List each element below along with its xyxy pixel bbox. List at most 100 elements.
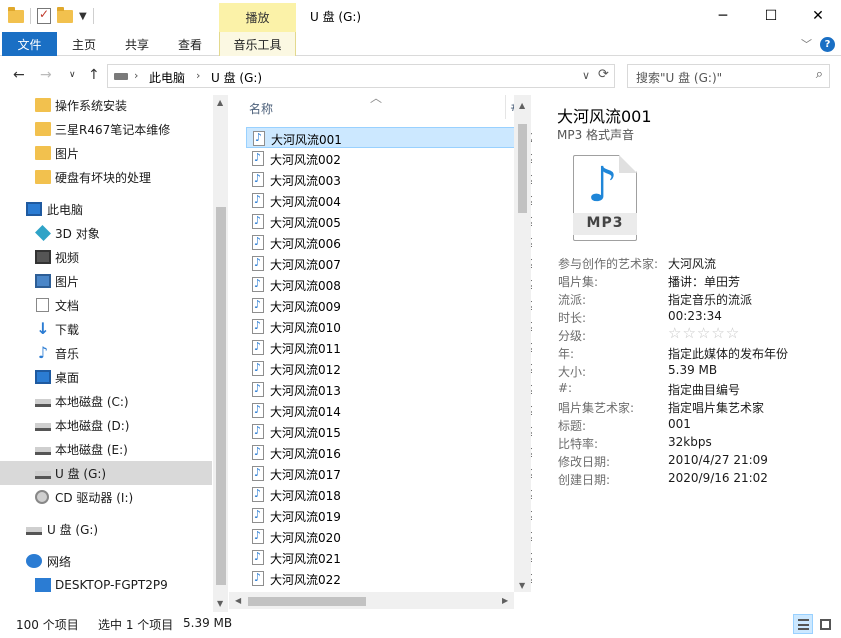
property-key: 时长: [558, 311, 587, 325]
breadcrumb-usb-drive[interactable]: U 盘 (G:) [211, 69, 262, 86]
property-value[interactable]: 指定音乐的流派 [668, 291, 752, 308]
nav-drive-d[interactable]: 本地磁盘 (D:) [0, 413, 212, 437]
property-value[interactable]: 00:23:34 [668, 309, 722, 323]
file-row[interactable]: 大河风流0152 [246, 421, 532, 442]
breadcrumb-this-pc[interactable]: 此电脑 [149, 69, 185, 86]
nav-network[interactable]: 网络 [0, 549, 212, 573]
file-row[interactable]: 大河风流0082 [246, 274, 532, 295]
nav-drive-e[interactable]: 本地磁盘 (E:) [0, 437, 212, 461]
file-row[interactable]: 大河风流0192 [246, 505, 532, 526]
nav-scrollbar-thumb[interactable] [216, 207, 226, 585]
audio-file-icon [252, 277, 264, 292]
property-value[interactable]: 2020/9/16 21:02 [668, 471, 768, 485]
property-value[interactable]: 5.39 MB [668, 363, 717, 377]
nav-quick-access-item[interactable]: 硬盘有坏块的处理 [0, 165, 212, 189]
file-row[interactable]: 大河风流0132 [246, 379, 532, 400]
file-row[interactable]: 大河风流0092 [246, 295, 532, 316]
scroll-left-arrow-icon[interactable]: ◀ [235, 596, 241, 605]
scroll-up-arrow-icon[interactable]: ▲ [217, 98, 223, 107]
rating-stars[interactable]: ☆☆☆☆☆ [668, 324, 740, 342]
nav-drive-g-selected[interactable]: U 盘 (G:) [0, 461, 212, 485]
file-row[interactable]: 大河风流0142 [246, 400, 532, 421]
scroll-right-arrow-icon[interactable]: ▶ [502, 596, 508, 605]
nav-usb-root[interactable]: U 盘 (G:) [0, 517, 212, 541]
file-name: 大河风流003 [270, 174, 341, 188]
search-icon[interactable]: ⌕ [816, 67, 823, 82]
forward-arrow-icon[interactable]: → [40, 67, 52, 83]
file-row[interactable]: 大河风流0062 [246, 232, 532, 253]
column-divider[interactable] [505, 95, 506, 119]
help-icon[interactable]: ? [820, 36, 835, 52]
scroll-down-arrow-icon[interactable]: ▼ [217, 599, 223, 608]
nav-music[interactable]: ♪ 音乐 [0, 341, 212, 365]
property-value[interactable]: 指定此媒体的发布年份 [668, 345, 788, 362]
file-row[interactable]: 大河风流0222 [246, 568, 532, 589]
close-button[interactable]: ✕ [795, 0, 841, 32]
file-row[interactable]: 大河风流0102 [246, 316, 532, 337]
property-value[interactable]: 2010/4/27 21:09 [668, 453, 768, 467]
nav-network-computer[interactable]: DESKTOP-FGPT2P9 [0, 573, 212, 597]
up-arrow-icon[interactable]: ↑ [88, 67, 100, 83]
nav-documents[interactable]: 文档 [0, 293, 212, 317]
maximize-button[interactable]: ☐ [748, 0, 794, 32]
nav-quick-access-item[interactable]: 图片 [0, 141, 212, 165]
file-row[interactable]: 大河风流0072 [246, 253, 532, 274]
file-row[interactable]: 大河风流0182 [246, 484, 532, 505]
nav-quick-access-item[interactable]: 操作系统安装 [0, 95, 212, 117]
minimize-button[interactable]: ─ [700, 0, 746, 32]
nav-item-label: 视频 [55, 250, 80, 265]
address-history-chevron-icon[interactable]: ∨ [582, 69, 590, 82]
nav-pictures[interactable]: 图片 [0, 269, 212, 293]
tab-music-tools[interactable]: 音乐工具 [219, 32, 296, 56]
nav-3d-objects[interactable]: 3D 对象 [0, 221, 212, 245]
file-list-scrollbar-thumb[interactable] [518, 124, 527, 213]
details-view-button[interactable] [793, 614, 813, 634]
large-icons-view-button[interactable] [815, 614, 835, 634]
tab-view[interactable]: 查看 [168, 32, 212, 56]
file-row[interactable]: 大河风流0052 [246, 211, 532, 232]
file-row[interactable]: 大河风流0122 [246, 358, 532, 379]
file-list: ︿ 名称 # 大河风流0012大河风流0022大河风流0032大河风流0042大… [229, 95, 532, 612]
refresh-icon[interactable]: ⟳ [598, 67, 609, 82]
property-value[interactable]: 大河风流 [668, 255, 716, 272]
properties-icon[interactable] [37, 7, 51, 24]
nav-cd-drive[interactable]: CD 驱动器 (I:) [0, 485, 212, 509]
nav-this-pc[interactable]: 此电脑 [0, 197, 212, 221]
file-name: 大河风流018 [270, 489, 341, 503]
column-header-name[interactable]: 名称 [249, 100, 273, 117]
scroll-down-arrow-icon[interactable]: ▼ [519, 581, 525, 590]
tab-home[interactable]: 主页 [62, 32, 106, 56]
property-value[interactable]: 指定唱片集艺术家 [668, 399, 764, 416]
tab-file[interactable]: 文件 [2, 32, 57, 56]
file-row[interactable]: 大河风流0162 [246, 442, 532, 463]
file-row[interactable]: 大河风流0032 [246, 169, 532, 190]
property-value[interactable]: 指定曲目编号 [668, 381, 740, 398]
property-value[interactable]: 001 [668, 417, 691, 431]
property-value[interactable]: 32kbps [668, 435, 712, 449]
recent-locations-chevron-icon[interactable]: ∨ [69, 70, 76, 80]
file-list-hscroll-thumb[interactable] [248, 597, 366, 606]
file-row[interactable]: 大河风流0202 [246, 526, 532, 547]
tab-share[interactable]: 共享 [115, 32, 159, 56]
customize-toolbar-icon[interactable]: ▼ [79, 11, 87, 22]
file-row[interactable]: 大河风流0172 [246, 463, 532, 484]
property-value[interactable]: 播讲：单田芳 [668, 273, 740, 290]
file-row[interactable]: 大河风流0212 [246, 547, 532, 568]
file-row[interactable]: 大河风流0012 [246, 127, 532, 148]
nav-drive-c[interactable]: 本地磁盘 (C:) [0, 389, 212, 413]
search-box[interactable]: 搜索"U 盘 (G:)" ⌕ [627, 64, 830, 88]
new-folder-icon[interactable] [57, 6, 73, 23]
scroll-up-arrow-icon[interactable]: ▲ [519, 101, 525, 110]
nav-downloads[interactable]: ↓ 下载 [0, 317, 212, 341]
nav-videos[interactable]: 视频 [0, 245, 212, 269]
file-row[interactable]: 大河风流0112 [246, 337, 532, 358]
file-row[interactable]: 大河风流0042 [246, 190, 532, 211]
breadcrumb-chevron-icon[interactable]: › [196, 69, 200, 82]
breadcrumb-chevron-icon[interactable]: › [134, 69, 138, 82]
address-bar[interactable]: › 此电脑 › U 盘 (G:) ∨ ⟳ [107, 64, 615, 88]
expand-ribbon-icon[interactable]: ﹀ [801, 36, 812, 52]
file-row[interactable]: 大河风流0022 [246, 148, 532, 169]
back-arrow-icon[interactable]: ← [13, 67, 25, 83]
nav-quick-access-item[interactable]: 三星R467笔记本维修 [0, 117, 212, 141]
nav-desktop[interactable]: 桌面 [0, 365, 212, 389]
